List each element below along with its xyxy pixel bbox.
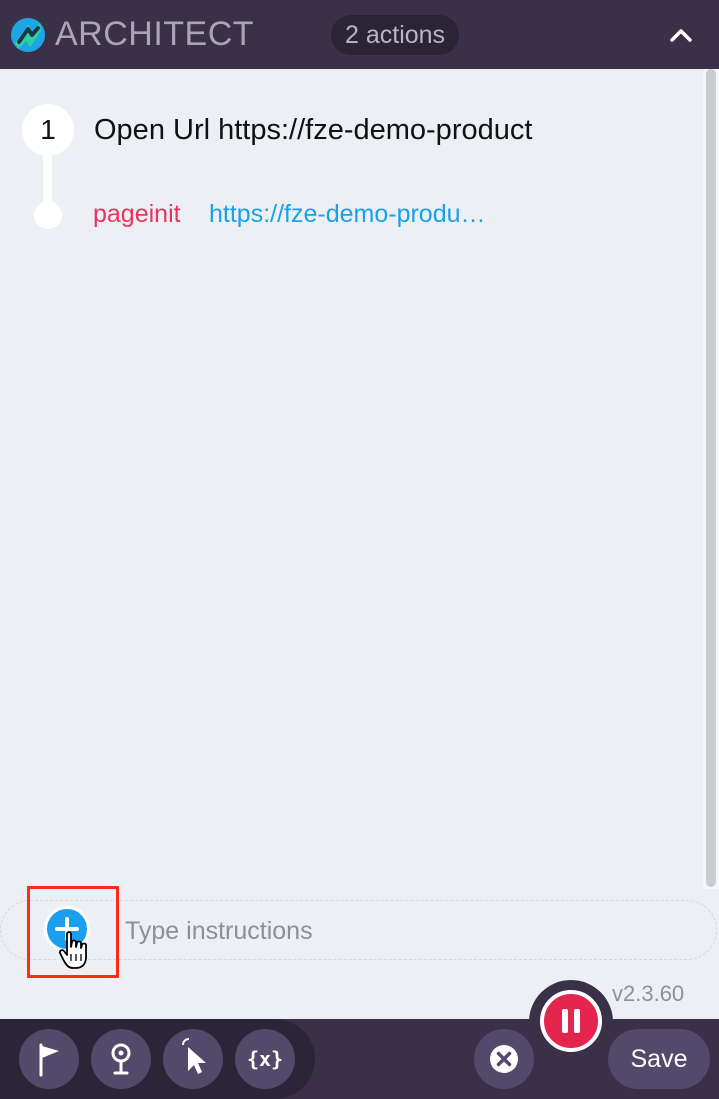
- pointer-icon: [182, 1038, 206, 1074]
- save-button[interactable]: Save: [608, 1029, 710, 1089]
- event-dot: [34, 201, 62, 229]
- scroll-thumb[interactable]: [706, 69, 716, 887]
- event-name: pageinit: [93, 200, 181, 228]
- step-title[interactable]: Open Url https://fze-demo-product: [94, 110, 608, 150]
- flag-icon: [39, 1043, 59, 1077]
- pause-recording-button[interactable]: [540, 990, 602, 1052]
- select-element-tool-button[interactable]: [163, 1029, 223, 1089]
- architect-logo-icon: [11, 18, 45, 52]
- variable-icon: {x}: [246, 1047, 284, 1071]
- event-url-link[interactable]: https://fze-demo-produ…: [209, 198, 545, 230]
- actions-count-badge: 2 actions: [331, 15, 460, 55]
- steps-scrollbar[interactable]: [703, 69, 719, 889]
- flag-tool-button[interactable]: [19, 1029, 79, 1089]
- hand-cursor-icon: [58, 931, 87, 969]
- pause-icon: [562, 1009, 580, 1033]
- pin-icon: [111, 1043, 131, 1075]
- instructions-input[interactable]: [123, 907, 687, 955]
- assert-tool-button[interactable]: [91, 1029, 151, 1089]
- app-header: ARCHITECT 2 actions: [0, 0, 719, 69]
- chevron-up-icon[interactable]: [665, 20, 697, 50]
- cancel-button[interactable]: [474, 1029, 534, 1089]
- app-brand: ARCHITECT: [55, 15, 255, 53]
- version-label: v2.3.60: [612, 981, 685, 1006]
- close-icon: [490, 1045, 518, 1073]
- variables-tool-button[interactable]: {x}: [235, 1029, 295, 1089]
- step-number: 1: [22, 104, 74, 156]
